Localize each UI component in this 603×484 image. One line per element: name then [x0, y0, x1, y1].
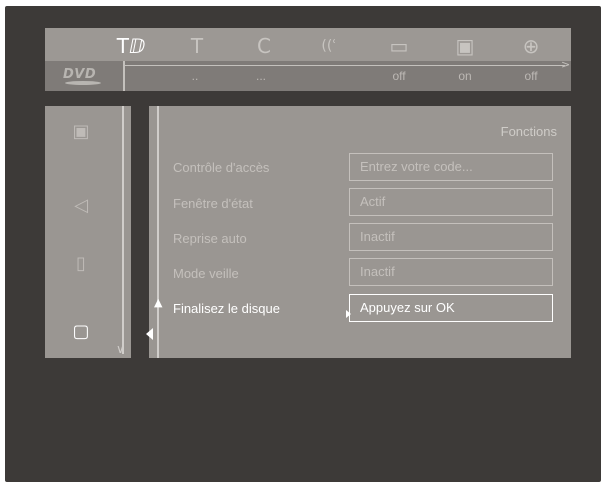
value-angle: on — [458, 69, 472, 83]
selection-marker-icon — [146, 328, 153, 340]
color-icon[interactable]: C — [248, 32, 280, 60]
row-label-access-control: Contrôle d'accès — [173, 160, 270, 175]
row-label-finalize-disc[interactable]: Finalisez le disque — [173, 301, 280, 316]
camera-angle-icon[interactable]: ▣ — [449, 32, 481, 60]
scroll-rail — [122, 106, 124, 354]
zoom-icon[interactable]: ⊕ — [515, 32, 547, 60]
value-color: ... — [255, 69, 266, 83]
status-window-field[interactable]: Actif — [349, 188, 553, 216]
panel-rail — [157, 106, 159, 358]
picture-icon[interactable]: ▣ — [67, 120, 95, 144]
value-text: .. — [191, 69, 199, 83]
standby-mode-field[interactable]: Inactif — [349, 258, 553, 286]
dvd-logo: DVD — [59, 67, 111, 85]
arrow-up-icon: ▲ — [154, 296, 163, 309]
row-label-status-window: Fenêtre d'état — [173, 196, 253, 211]
language-icon[interactable]: ▯ — [67, 252, 95, 276]
sound-icon[interactable]: ◁ — [67, 194, 95, 218]
finalize-disc-field[interactable]: Appuyez sur OK — [349, 294, 553, 322]
settings-panel: ▲ Fonctions Contrôle d'accès Entrez votr… — [146, 106, 571, 358]
audio-icon[interactable]: ((ʿ — [313, 32, 345, 60]
tv-screen: Tⅅ T C ((ʿ ▭ ▣ ⊕ DVD > .. ... off on off… — [5, 6, 601, 482]
status-value-bar: DVD > .. ... off on off — [45, 58, 571, 91]
features-icon[interactable]: ▢ — [67, 320, 95, 344]
value-subtitle: off — [392, 69, 406, 83]
row-label-standby-mode: Mode veille — [173, 266, 239, 281]
arrow-right-icon: > — [561, 58, 571, 71]
category-sidebar: ▣ ◁ ▯ ▢ ∨ — [45, 106, 131, 358]
dvd-logo-text: DVD — [63, 67, 97, 82]
subtitle-icon[interactable]: ▭ — [383, 32, 415, 60]
chevron-down-icon: ∨ — [116, 342, 125, 356]
row-label-auto-resume: Reprise auto — [173, 231, 247, 246]
auto-resume-field[interactable]: Inactif — [349, 223, 553, 251]
value-zoom: off — [524, 69, 538, 83]
access-code-field[interactable]: Entrez votre code... — [349, 153, 553, 181]
text-icon[interactable]: T — [181, 32, 213, 60]
panel-title: Fonctions — [500, 124, 557, 139]
tools-icon[interactable]: Tⅅ — [115, 32, 147, 60]
progress-line — [125, 65, 565, 66]
